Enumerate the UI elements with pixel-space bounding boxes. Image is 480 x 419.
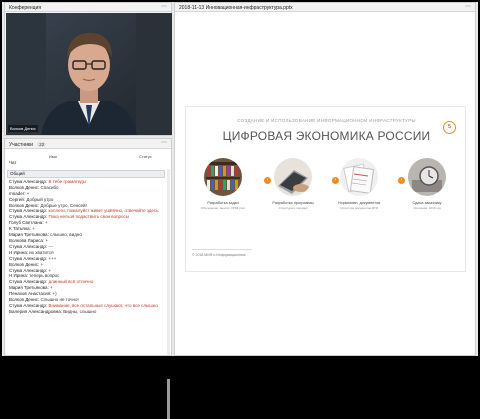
chat-message-author: Стума Александр: bbox=[9, 267, 48, 273]
chat-scrollbar-track[interactable] bbox=[167, 169, 170, 355]
slide-supertitle: СОЗДАНИЕ И ИСПОЛЬЗОВАНИЕ ИНФОРМАЦИОННОЙ … bbox=[237, 118, 416, 123]
slide-item-2: Разработка программы Структура и порядок bbox=[270, 158, 316, 210]
slide-item-4: Сдача заказчику Описание, 2019 год bbox=[404, 158, 450, 210]
chat-scrollbar-thumb[interactable] bbox=[167, 379, 170, 419]
chat-channel-selector[interactable]: Общий bbox=[7, 170, 165, 178]
chat-message-author: Волков Денис: bbox=[9, 297, 40, 303]
presentation-menu-icon[interactable]: ⋯ bbox=[465, 3, 471, 10]
chat-message-text: +++ bbox=[48, 255, 57, 261]
slide-item-1: Разработка задач Обсуждение, анализ, ИПМ… bbox=[200, 158, 246, 210]
chat-message-author: Стума Александр: bbox=[9, 208, 48, 214]
chat-message-text: + bbox=[26, 190, 30, 196]
chat-message-text: --- bbox=[48, 243, 53, 249]
chat-message-author: Мария Третьякова: bbox=[9, 285, 49, 291]
chat-message-author: Сергей: bbox=[9, 196, 26, 202]
column-status[interactable]: Статус bbox=[139, 154, 152, 159]
conference-title: Конференция bbox=[9, 5, 42, 11]
conference-panel: Конференция ⋯ Волков Денис bbox=[4, 2, 172, 136]
slide-number: 5 bbox=[443, 121, 456, 134]
chat-message-text: + bbox=[32, 226, 35, 232]
chat-message-text: коллеги, пожалуйст живет ушёвчно, отвеча… bbox=[48, 208, 159, 214]
participants-panel: Участники 22 ⋯ Имя Статус Чат Общий Стум… bbox=[4, 138, 173, 419]
conference-panel-header: Конференция ⋯ bbox=[5, 3, 171, 12]
slide-title: ЦИФРОВАЯ ЭКОНОМИКА РОССИИ bbox=[222, 129, 431, 143]
chat-message-text: + bbox=[50, 285, 53, 291]
chat-message-text: Внимание, все остальные слушают, что все… bbox=[48, 302, 158, 308]
chat-message-text: + bbox=[40, 261, 44, 267]
chat-message-author: Пенахов Анастасия: bbox=[9, 291, 52, 297]
left-column: Конференция ⋯ Волков Денис Участники 22 … bbox=[4, 2, 173, 419]
participants-menu-icon[interactable]: ⋯ bbox=[161, 139, 167, 146]
chat-message-author: Мария Третьякова: bbox=[9, 232, 49, 238]
chat-message-text: теперь вопрос bbox=[29, 273, 60, 279]
chat-message-text: Слышно не точно! bbox=[40, 297, 79, 303]
chat-message-author: Голуб Светлана: bbox=[9, 220, 44, 226]
presentation-panel: 2018-11-13 Инновационная-инфраструктура.… bbox=[174, 2, 476, 356]
chat-message-text: Добрый утро bbox=[26, 196, 54, 202]
chat-message-text: + bbox=[45, 237, 49, 243]
chat-message-author: Волков Денис: bbox=[9, 202, 40, 208]
chat-message-text: длинный всё отлично bbox=[48, 279, 94, 285]
slide: СОЗДАНИЕ И ИСПОЛЬЗОВАНИЕ ИНФОРМАЦИОННОЙ … bbox=[185, 106, 466, 272]
slide-footer-divider bbox=[192, 249, 252, 250]
chat-message-author: К Татьяна: bbox=[9, 226, 31, 232]
webinar-app: Конференция ⋯ Волков Денис Участники 22 … bbox=[2, 2, 478, 419]
participants-count-badge: 22 bbox=[37, 142, 47, 147]
chat-message-author: Стума Александр: bbox=[9, 214, 48, 220]
slide-item-3-sub: Структура документов ФПЗ bbox=[339, 206, 379, 210]
documents-photo-icon bbox=[340, 158, 378, 196]
chat-message-text: + bbox=[48, 267, 52, 273]
participants-title: Участники bbox=[9, 142, 33, 148]
slide-item-1-sub: Обсуждение, анализ, ИПМ-учёт bbox=[200, 206, 246, 210]
slide-item-3: Нормативн. документов Структура документ… bbox=[336, 158, 382, 210]
chat-message-author: mnader: bbox=[9, 190, 26, 196]
chat-message-text: Спасибо bbox=[40, 184, 59, 190]
presentation-header: 2018-11-13 Инновационная-инфраструктура.… bbox=[175, 3, 475, 12]
chat-message-author: Стума Александр: bbox=[9, 178, 48, 184]
speaker-name: Волков Денис bbox=[8, 125, 38, 132]
column-name[interactable]: Имя bbox=[49, 154, 57, 159]
panel-menu-icon[interactable]: ⋯ bbox=[161, 3, 167, 10]
participants-header: Участники 22 ⋯ bbox=[5, 139, 171, 149]
laptop-photo-icon bbox=[274, 158, 312, 196]
chat-message-text: Видны, слышно bbox=[63, 308, 97, 314]
chat-message-author: Волков Денис: bbox=[9, 184, 40, 190]
chat-message: Валерия Александровна: Видны, слышно bbox=[7, 309, 165, 315]
slide-footer: © 2018 МИФ и Информационное bbox=[192, 253, 246, 257]
chat-log[interactable]: Общий Стума Александр: В тебе граматеды В… bbox=[7, 169, 165, 357]
chat-message-text: Пока нельзя подаствить свои вопросы bbox=[48, 214, 130, 220]
chat-message-text: +) bbox=[52, 291, 57, 297]
slide-item-4-sub: Описание, 2019 год bbox=[413, 206, 441, 210]
screen: Конференция ⋯ Волков Денис Участники 22 … bbox=[0, 0, 480, 419]
slide-item-2-sub: Структура и порядок bbox=[278, 206, 308, 210]
speaker-illustration bbox=[6, 13, 172, 135]
chat-message-author: Стума Александр: bbox=[9, 279, 48, 285]
library-photo-icon bbox=[204, 158, 242, 196]
chat-message-author: Н Ирина: bbox=[9, 273, 28, 279]
chat-label: Чат bbox=[9, 160, 17, 165]
chat-message-author: Н Ирина: bbox=[9, 249, 28, 255]
chat-message-text: слышно, видно bbox=[50, 232, 82, 238]
chat-message-text: В тебе граматеды bbox=[48, 178, 86, 184]
chat-message-text: Добрые утро, Сенсей! bbox=[40, 202, 87, 208]
chat-message-author: Волков Денис: bbox=[9, 261, 40, 267]
chat-message-author: Волкова Лариса: bbox=[9, 237, 45, 243]
chat-message-text: + bbox=[44, 220, 48, 226]
chat-message-author: Общий bbox=[10, 171, 25, 176]
chat-message-author: Стума Александр: bbox=[9, 302, 48, 308]
speaker-video: Волков Денис bbox=[6, 13, 172, 135]
chat-message-author: Валерия Александровна: bbox=[9, 308, 62, 314]
watch-photo-icon bbox=[408, 158, 446, 196]
participants-columns: Имя Статус bbox=[5, 152, 173, 160]
chat-message-author: Стума Александр: bbox=[9, 255, 48, 261]
chat-message-text: их хватится bbox=[29, 249, 54, 255]
chat-message-author: Стума Александр: bbox=[9, 243, 48, 249]
presentation-title: 2018-11-13 Инновационная-инфраструктура.… bbox=[179, 5, 293, 11]
